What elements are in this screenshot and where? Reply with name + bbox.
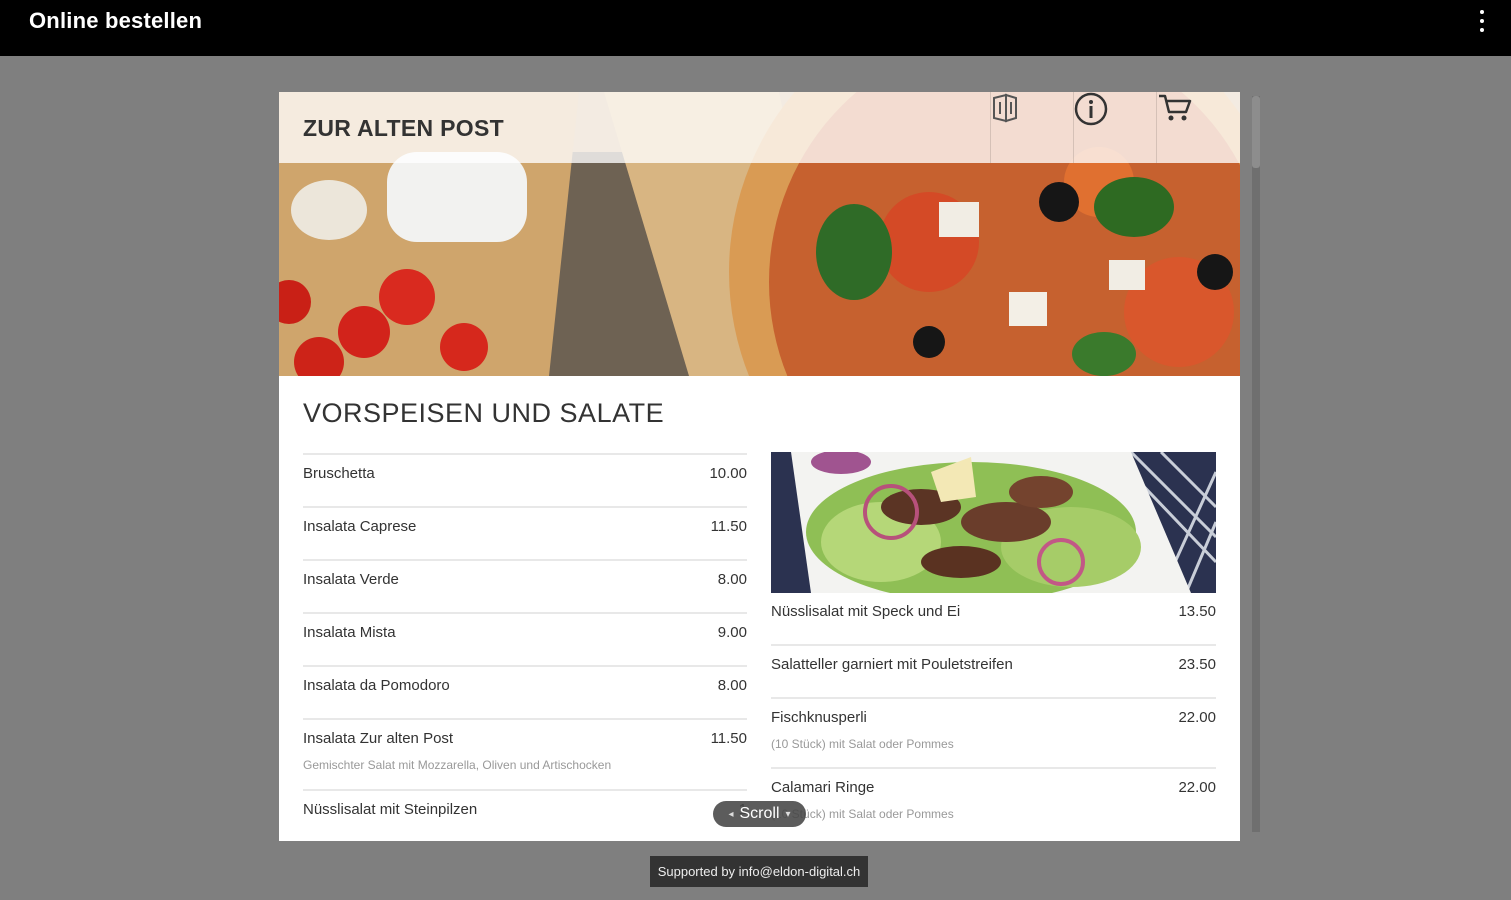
item-price: 8.00 — [717, 571, 747, 588]
item-price: 10.00 — [709, 465, 747, 482]
item-name: Insalata Verde — [303, 571, 399, 588]
item-price: 9.00 — [717, 624, 747, 641]
menu-list-right: Nüsslisalat mit Speck und Ei 13.50 Salat… — [771, 593, 1216, 837]
menu-card: ZUR ALTEN POST VORSPEISEN UND SALATE Bru… — [279, 92, 1240, 841]
scroll-left-icon: ◂ — [728, 808, 734, 820]
scroll-label: Scroll — [739, 805, 780, 822]
item-price: 22.00 — [1178, 779, 1216, 796]
menu-item[interactable]: Salatteller garniert mit Pouletstreifen … — [771, 644, 1216, 697]
menu-item[interactable]: Insalata Verde 8.00 — [303, 559, 747, 612]
item-name: Salatteller garniert mit Pouletstreifen — [771, 656, 1013, 673]
scroll-down-icon: ▾ — [785, 808, 791, 820]
info-button[interactable] — [1073, 92, 1156, 163]
menu-item[interactable]: Nüsslisalat mit Steinpilzen 1 — [303, 789, 747, 840]
cart-icon — [1159, 94, 1192, 121]
app-bar: Online bestellen — [0, 0, 1511, 56]
menu-list-left: Bruschetta 10.00 Insalata Caprese 11.50 … — [303, 453, 747, 840]
item-price: 8.00 — [717, 677, 747, 694]
item-price: 22.00 — [1178, 709, 1216, 726]
item-description: Gemischter Salat mit Mozzarella, Oliven … — [303, 758, 612, 772]
item-name: Fischknusperli — [771, 709, 867, 726]
menu-item[interactable]: Insalata Mista 9.00 — [303, 612, 747, 665]
item-name: Bruschetta — [303, 465, 375, 482]
section-title: VORSPEISEN UND SALATE — [303, 398, 665, 428]
cart-button[interactable] — [1156, 92, 1239, 163]
salad-photo — [771, 452, 1216, 593]
card-scrollbar[interactable] — [1252, 96, 1260, 832]
restaurant-name: ZUR ALTEN POST — [303, 115, 504, 141]
app-title: Online bestellen — [29, 8, 203, 33]
item-name: Calamari Ringe — [771, 779, 875, 796]
header-bar: ZUR ALTEN POST — [279, 92, 1240, 163]
item-name: Insalata Mista — [303, 624, 396, 641]
item-description: (10 Stück) mit Salat oder Pommes — [771, 737, 954, 751]
menu-item[interactable]: Insalata da Pomodoro 8.00 — [303, 665, 747, 718]
item-price: 23.50 — [1178, 656, 1216, 673]
item-name: Insalata Caprese — [303, 518, 417, 535]
hero-image: ZUR ALTEN POST — [279, 92, 1240, 376]
scrollbar-thumb[interactable] — [1252, 96, 1260, 168]
menu-item[interactable]: Insalata Zur alten Post 11.50 Gemischter… — [303, 718, 747, 789]
menu-book-button[interactable] — [990, 92, 1073, 163]
menu-item[interactable]: Insalata Caprese 11.50 — [303, 506, 747, 559]
more-vert-icon[interactable] — [1475, 10, 1489, 32]
info-icon — [1074, 92, 1108, 126]
menu-book-icon — [993, 93, 1017, 123]
item-name: Insalata Zur alten Post — [303, 730, 454, 747]
menu-item[interactable]: Calamari Ringe 22.00 (10 Stück) mit Sala… — [771, 767, 1216, 837]
scroll-indicator[interactable]: ◂ Scroll ▾ — [713, 801, 806, 827]
item-price: 13.50 — [1178, 603, 1216, 620]
item-name: Insalata da Pomodoro — [303, 677, 450, 694]
item-price: 11.50 — [710, 730, 747, 747]
item-name: Nüsslisalat mit Speck und Ei — [771, 603, 961, 620]
menu-item[interactable]: Fischknusperli 22.00 (10 Stück) mit Sala… — [771, 697, 1216, 767]
item-name: Nüsslisalat mit Steinpilzen — [303, 801, 478, 818]
menu-item[interactable]: Nüsslisalat mit Speck und Ei 13.50 — [771, 593, 1216, 644]
item-price: 11.50 — [710, 518, 747, 535]
support-footer[interactable]: Supported by info@eldon-digital.ch — [650, 856, 868, 887]
menu-item[interactable]: Bruschetta 10.00 — [303, 453, 747, 506]
